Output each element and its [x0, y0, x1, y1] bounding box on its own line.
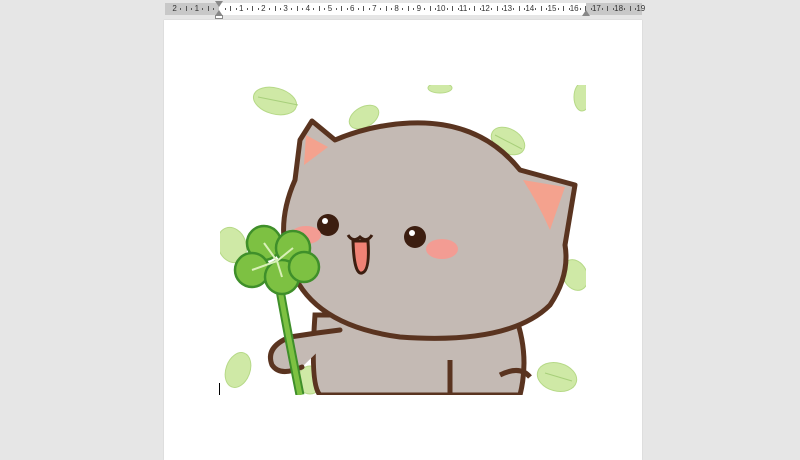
ruler-tick	[341, 6, 342, 11]
ruler-label-11: 10	[436, 4, 446, 13]
ruler-tick	[324, 8, 325, 10]
ruler-tick	[430, 6, 431, 11]
first-line-indent-marker[interactable]	[215, 1, 223, 7]
ruler-tick	[252, 6, 253, 11]
ruler-label-18: 17	[591, 4, 601, 13]
ruler-tick	[319, 6, 320, 11]
ruler-tick	[635, 8, 636, 10]
ruler-label-2: 1	[238, 4, 244, 13]
ruler-tick	[535, 8, 536, 10]
ruler-tick	[302, 8, 303, 10]
ruler-tick	[624, 8, 625, 10]
ruler-tick	[291, 8, 292, 10]
cat-with-clover-image	[220, 85, 586, 395]
ruler-label-14: 13	[503, 4, 513, 13]
ruler-tick	[480, 8, 481, 10]
ruler-label-0: 2	[172, 4, 177, 13]
ruler-tick	[180, 8, 181, 10]
ruler-tick	[213, 8, 214, 10]
ruler-tick	[336, 8, 337, 10]
ruler-label-7: 6	[349, 4, 355, 13]
ruler-tick	[363, 6, 364, 11]
ruler-tick	[258, 8, 259, 10]
ruler-label-13: 12	[480, 4, 490, 13]
text-cursor	[219, 383, 220, 395]
ruler-label-5: 4	[305, 4, 311, 13]
ruler-label-12: 11	[459, 4, 468, 13]
ruler-label-19: 18	[614, 4, 624, 13]
ruler-tick	[452, 6, 453, 11]
ruler-tick	[458, 8, 459, 10]
ruler-label-3: 2	[261, 4, 266, 13]
ruler-tick	[497, 6, 498, 11]
ruler-tick	[408, 6, 409, 11]
ruler-tick	[447, 8, 448, 10]
ruler-label-20: 19	[636, 4, 646, 13]
ruler-tick	[191, 8, 192, 10]
ruler-label-1: 1	[194, 4, 200, 13]
ruler-tick	[347, 8, 348, 10]
ruler-tick	[513, 8, 514, 10]
left-indent-marker[interactable]	[215, 15, 223, 19]
horizontal-ruler[interactable]: 2 1 1 2 3 4 5 6 7 8 9 10 11 12 13 14 15 16 17 18 19	[0, 0, 800, 19]
ruler-label-15: 14	[525, 4, 535, 13]
ruler-label-8: 7	[372, 4, 377, 13]
ruler-tick	[607, 6, 608, 11]
ruler-tick	[369, 8, 370, 10]
ruler-tick	[474, 6, 475, 11]
ruler-tick	[402, 8, 403, 10]
inserted-picture[interactable]	[220, 85, 586, 395]
ruler-tick	[519, 6, 520, 11]
ruler-label-4: 3	[283, 4, 288, 13]
ruler-tick	[186, 6, 187, 11]
ruler-tick	[225, 8, 226, 10]
ruler-label-6: 5	[327, 4, 333, 13]
ruler-tick	[524, 8, 525, 10]
ruler-tick	[413, 8, 414, 10]
ruler-tick	[247, 8, 248, 10]
right-indent-marker[interactable]	[582, 10, 590, 16]
ruler-tick	[391, 8, 392, 10]
ruler-tick	[602, 8, 603, 10]
ruler-label-16: 15	[547, 4, 557, 13]
ruler-tick	[208, 6, 209, 11]
ruler-tick	[630, 6, 631, 11]
ruler-tick	[358, 8, 359, 10]
ruler-tick	[280, 8, 281, 10]
ruler-tick	[275, 6, 276, 11]
ruler-tick	[558, 8, 559, 10]
ruler-tick	[546, 8, 547, 10]
ruler-label-9: 8	[394, 4, 399, 13]
ruler-tick	[502, 8, 503, 10]
ruler-tick	[269, 8, 270, 10]
ruler-tick	[313, 8, 314, 10]
ruler-label-10: 9	[416, 4, 422, 13]
ruler-tick	[491, 8, 492, 10]
ruler-tick	[236, 8, 237, 10]
ruler-tick	[386, 6, 387, 11]
ruler-tick	[569, 8, 570, 10]
ruler-label-17: 16	[569, 4, 579, 13]
ruler-tick	[202, 8, 203, 10]
ruler-tick	[591, 8, 592, 10]
ruler-tick	[297, 6, 298, 11]
ruler-tick	[563, 6, 564, 11]
ruler-tick	[424, 8, 425, 10]
ruler-tick	[580, 8, 581, 10]
ruler-tick	[435, 8, 436, 10]
ruler-tick	[469, 8, 470, 10]
ruler-tick	[541, 6, 542, 11]
ruler-tick	[380, 8, 381, 10]
ruler-tick	[230, 6, 231, 11]
ruler-tick	[613, 8, 614, 10]
